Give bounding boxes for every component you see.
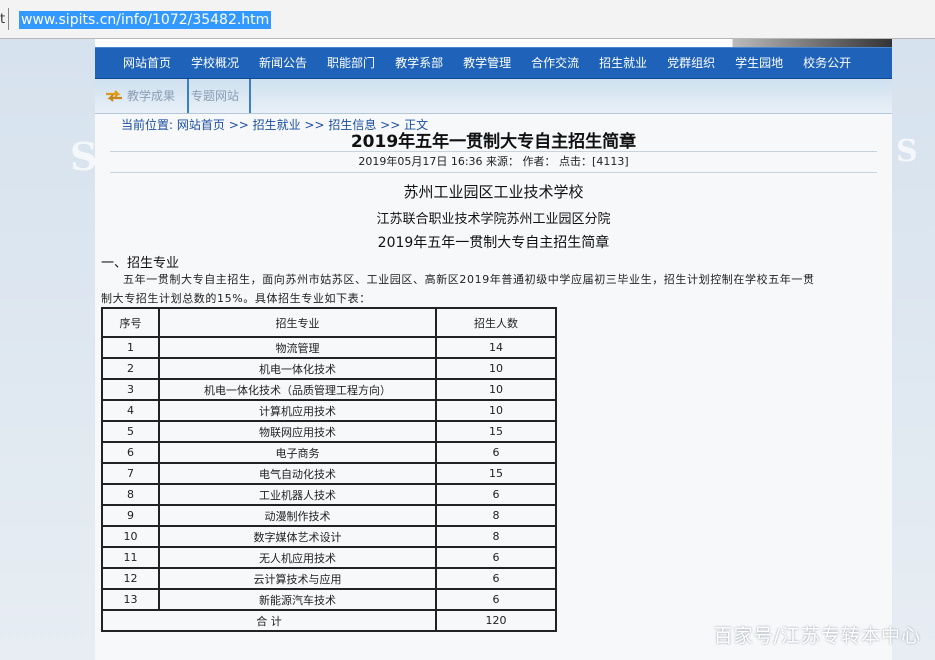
footer-watermark: 百家号/江苏专转本中心 (713, 625, 921, 647)
school-name: 苏州工业园区工业技术学校 (403, 183, 584, 201)
nav-item-cooperation[interactable]: 合作交流 (521, 48, 589, 78)
header-strip (95, 39, 892, 47)
swap-arrows-icon (106, 90, 122, 102)
page-panel: 网站首页 学校概况 新闻公告 职能部门 教学系部 教学管理 合作交流 招生就业 … (95, 39, 892, 660)
cell-index: 11 (101, 546, 160, 569)
nav-item-departments[interactable]: 职能部门 (317, 48, 385, 78)
cell-index: 6 (101, 441, 160, 464)
cell-index: 1 (101, 336, 160, 359)
total-label: 合 计 (101, 609, 437, 632)
cell-index: 2 (101, 357, 160, 380)
cell-count: 6 (435, 483, 557, 506)
nav-item-home[interactable]: 网站首页 (113, 48, 181, 78)
intro-paragraph: 五年一贯制大专自主招生，面向苏州市姑苏区、工业园区、高新区2019年普通初级中学… (101, 270, 883, 308)
cell-count: 14 (435, 336, 557, 359)
sub-nav: 教学成果 专题网站 (95, 79, 892, 114)
table-row: 9 动漫制作技术 8 (101, 504, 557, 527)
table-row: 13 新能源汽车技术 6 (101, 588, 557, 611)
cell-major: 数字媒体艺术设计 (158, 525, 437, 548)
cell-major: 电子商务 (158, 441, 437, 464)
nav-item-students[interactable]: 学生园地 (725, 48, 793, 78)
cell-count: 10 (435, 399, 557, 422)
cell-count: 6 (435, 567, 557, 590)
cell-major: 机电一体化技术 (158, 357, 437, 380)
nav-item-teaching-mgmt[interactable]: 教学管理 (453, 48, 521, 78)
nav-item-news[interactable]: 新闻公告 (249, 48, 317, 78)
brochure-title: 2019年五年一贯制大专自主招生简章 (377, 235, 610, 251)
branch-name: 江苏联合职业技术学院苏州工业园区分院 (376, 212, 611, 227)
address-bar-cutoff-char: t (0, 12, 6, 27)
table-row: 11 无人机应用技术 6 (101, 546, 557, 569)
cell-major: 机电一体化技术（品质管理工程方向） (158, 378, 437, 401)
cell-count: 8 (435, 504, 557, 527)
table-row: 1 物流管理 14 (101, 336, 557, 359)
table-row: 2 机电一体化技术 10 (101, 357, 557, 380)
cell-index: 5 (101, 420, 160, 443)
url-text[interactable]: www.sipits.cn/info/1072/35482.htm (19, 11, 272, 29)
table-row: 5 物联网应用技术 15 (101, 420, 557, 443)
cell-major: 无人机应用技术 (158, 546, 437, 569)
majors-table: 序号 招生专业 招生人数 1 物流管理 14 2 机电一体化技术 10 3 机电一体化技术… (101, 307, 557, 632)
cell-count: 10 (435, 357, 557, 380)
cell-major: 动漫制作技术 (158, 504, 437, 527)
nav-item-party[interactable]: 党群组织 (657, 48, 725, 78)
intro-line-1: 五年一贯制大专自主招生，面向苏州市姑苏区、工业园区、高新区2019年普通初级中学… (123, 273, 815, 286)
table-row: 8 工业机器人技术 6 (101, 483, 557, 506)
header-major: 招生专业 (158, 307, 437, 338)
cell-index: 3 (101, 378, 160, 401)
cell-major: 新能源汽车技术 (158, 588, 437, 611)
cell-major: 电气自动化技术 (158, 462, 437, 485)
cell-count: 15 (435, 462, 557, 485)
cell-major: 计算机应用技术 (158, 399, 437, 422)
table-row: 6 电子商务 6 (101, 441, 557, 464)
cell-index: 9 (101, 504, 160, 527)
cell-index: 13 (101, 588, 160, 611)
cell-major: 工业机器人技术 (158, 483, 437, 506)
side-watermark-right: S (896, 134, 918, 169)
cell-count: 6 (435, 546, 557, 569)
total-value: 120 (435, 609, 557, 632)
background-right: S (892, 39, 935, 660)
cell-index: 12 (101, 567, 160, 590)
header-count: 招生人数 (435, 307, 557, 338)
table-row: 12 云计算技术与应用 6 (101, 567, 557, 590)
cell-major: 物联网应用技术 (158, 420, 437, 443)
address-bar[interactable]: t www.sipits.cn/info/1072/35482.htm (0, 0, 935, 39)
section-heading: 一、招生专业 (101, 256, 180, 271)
subnav-item-label: 教学成果 (127, 89, 176, 103)
cell-count: 8 (435, 525, 557, 548)
subnav-item-topics[interactable]: 专题网站 (191, 79, 251, 113)
side-watermark-left: S (70, 134, 98, 179)
address-divider (8, 8, 9, 30)
main-nav: 网站首页 学校概况 新闻公告 职能部门 教学系部 教学管理 合作交流 招生就业 … (95, 47, 892, 79)
cell-index: 4 (101, 399, 160, 422)
nav-item-affairs[interactable]: 校务公开 (793, 48, 861, 78)
header-index: 序号 (101, 307, 160, 338)
cell-major: 物流管理 (158, 336, 437, 359)
cell-count: 6 (435, 588, 557, 611)
cell-count: 15 (435, 420, 557, 443)
cell-index: 7 (101, 462, 160, 485)
cell-count: 6 (435, 441, 557, 464)
table-header-row: 序号 招生专业 招生人数 (101, 307, 557, 338)
cell-index: 8 (101, 483, 160, 506)
nav-item-school-profile[interactable]: 学校概况 (181, 48, 249, 78)
cell-major: 云计算技术与应用 (158, 567, 437, 590)
intro-line-2: 制大专招生计划总数的15%。具体招生专业如下表： (101, 292, 371, 305)
background-left: S (0, 39, 98, 660)
cell-index: 10 (101, 525, 160, 548)
article-meta: 2019年05月17日 16:36 来源： 作者： 点击：[4113] (110, 151, 877, 173)
cell-count: 10 (435, 378, 557, 401)
table-row: 3 机电一体化技术（品质管理工程方向） 10 (101, 378, 557, 401)
article-title: 2019年五年一贯制大专自主招生简章 (350, 132, 637, 152)
table-total-row: 合 计 120 (101, 609, 557, 632)
nav-item-teaching-depts[interactable]: 教学系部 (385, 48, 453, 78)
table-row: 10 数字媒体艺术设计 8 (101, 525, 557, 548)
table-row: 4 计算机应用技术 10 (101, 399, 557, 422)
table-row: 7 电气自动化技术 15 (101, 462, 557, 485)
subnav-item-achievements[interactable]: 教学成果 (105, 79, 189, 113)
nav-item-admissions[interactable]: 招生就业 (589, 48, 657, 78)
